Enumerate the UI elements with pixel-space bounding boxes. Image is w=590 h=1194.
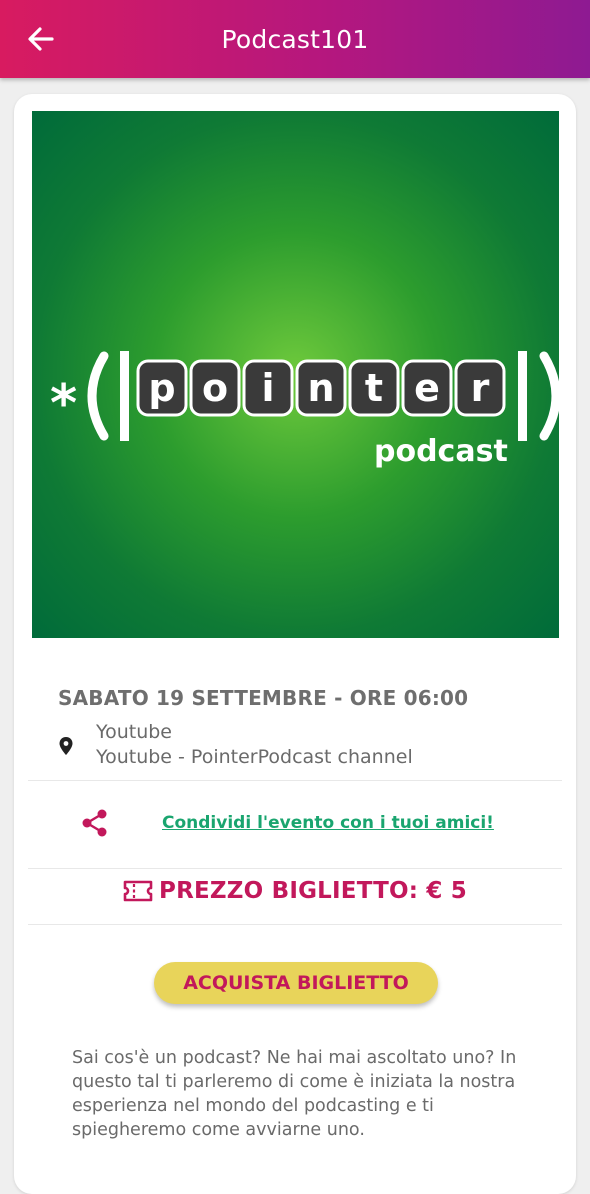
- logo-letter: o: [202, 366, 228, 410]
- divider: [28, 924, 562, 925]
- price-label: PREZZO BIGLIETTO: € 5: [159, 878, 467, 904]
- event-date-time: SABATO 19 SETTEMBRE - ORE 06:00: [58, 686, 469, 710]
- share-event-link[interactable]: Condividi l'evento con i tuoi amici!: [162, 813, 494, 833]
- logo-letter: i: [261, 366, 274, 410]
- ticket-price: PREZZO BIGLIETTO: € 5: [14, 878, 576, 904]
- back-button[interactable]: [22, 20, 60, 58]
- page-title: Podcast101: [221, 24, 369, 54]
- logo-letter: t: [365, 366, 383, 410]
- share-icon[interactable]: [80, 808, 110, 838]
- divider: [28, 868, 562, 869]
- logo-prefix: *: [50, 374, 77, 434]
- logo-subtext: podcast: [374, 434, 508, 469]
- location-detail: Youtube - PointerPodcast channel: [96, 746, 413, 768]
- logo-letter: n: [307, 366, 334, 410]
- app-bar: Podcast101: [0, 0, 590, 78]
- ticket-icon: [123, 880, 153, 902]
- event-location: Youtube Youtube - PointerPodcast channel: [58, 720, 413, 770]
- logo-letter: p: [148, 366, 175, 410]
- event-description: Sai cos'è un podcast? Ne hai mai ascolta…: [72, 1048, 517, 1140]
- map-pin-icon: [59, 737, 73, 755]
- event-cover-image: * pointer podcast: [32, 111, 561, 638]
- buy-ticket-button[interactable]: ACQUISTA BIGLIETTO: [154, 962, 438, 1004]
- location-name: Youtube: [96, 721, 172, 743]
- divider: [28, 780, 562, 781]
- logo-letter: e: [414, 366, 440, 410]
- arrow-left-icon: [28, 27, 54, 51]
- pointer-podcast-logo: * pointer podcast: [50, 351, 561, 469]
- share-row: Condividi l'evento con i tuoi amici!: [80, 808, 494, 838]
- event-card: * pointer podcast SABATO 19 SETTEMBRE - …: [14, 94, 576, 1194]
- logo-letter: r: [471, 366, 490, 410]
